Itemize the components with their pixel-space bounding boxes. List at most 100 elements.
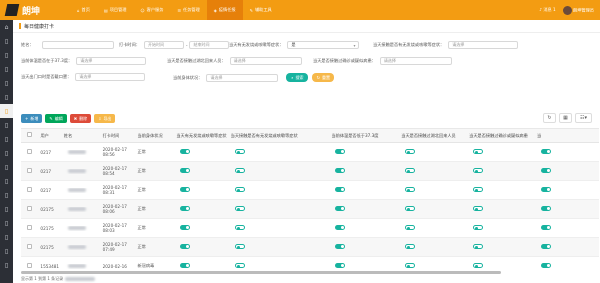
toggle-switch[interactable] bbox=[335, 244, 346, 249]
document-icon[interactable]: ▯ bbox=[0, 230, 13, 244]
column-header[interactable]: 姓名 bbox=[62, 133, 101, 139]
toggle-switch[interactable] bbox=[234, 168, 245, 173]
toggle-switch[interactable] bbox=[234, 149, 245, 154]
time-end-input[interactable]: 结束时间 bbox=[189, 41, 230, 49]
document-icon[interactable]: ▯ bbox=[0, 216, 13, 230]
toggle-switch[interactable] bbox=[234, 187, 245, 192]
document-icon[interactable]: ▯ bbox=[0, 104, 13, 118]
row-checkbox[interactable] bbox=[21, 167, 38, 175]
column-header[interactable]: 当 bbox=[535, 133, 599, 139]
export-button[interactable]: ⇩ 导出 bbox=[94, 114, 116, 123]
document-icon[interactable]: ▯ bbox=[0, 34, 13, 48]
temp-select[interactable]: 请选择 bbox=[76, 57, 147, 65]
toggle-switch[interactable] bbox=[473, 263, 484, 268]
toggle-switch[interactable] bbox=[180, 168, 191, 173]
toggle-switch[interactable] bbox=[405, 168, 416, 173]
fever-select[interactable]: 是 ▾ bbox=[287, 41, 360, 49]
toggle-switch[interactable] bbox=[540, 168, 551, 173]
toggle-switch[interactable] bbox=[180, 206, 191, 211]
column-header[interactable]: 当前身体状况 bbox=[136, 133, 175, 139]
toggle-switch[interactable] bbox=[473, 206, 484, 211]
row-checkbox[interactable] bbox=[21, 205, 38, 213]
quarantine-select[interactable]: 请选择 bbox=[379, 57, 452, 65]
document-icon[interactable]: ▯ bbox=[0, 118, 13, 132]
toggle-switch[interactable] bbox=[335, 225, 346, 230]
toggle-switch[interactable] bbox=[405, 206, 416, 211]
contact-select[interactable]: 请选择 bbox=[448, 41, 519, 49]
row-checkbox[interactable] bbox=[21, 262, 38, 270]
nav-item-1[interactable]: ▤ 项目管理 bbox=[97, 0, 134, 20]
column-header[interactable]: 打卡时间 bbox=[101, 133, 136, 139]
toggle-switch[interactable] bbox=[335, 149, 346, 154]
column-header[interactable]: 用户 bbox=[38, 133, 61, 139]
toggle-switch[interactable] bbox=[180, 263, 191, 268]
nav-item-0[interactable]: ⌂ 首页 bbox=[70, 0, 97, 20]
table-row[interactable]: 02175 2020-02-17 07:49 正常 bbox=[21, 238, 599, 257]
toggle-switch[interactable] bbox=[234, 225, 245, 230]
toggle-switch[interactable] bbox=[405, 149, 416, 154]
document-icon[interactable]: ▯ bbox=[0, 258, 13, 272]
refresh-button[interactable]: ↻ bbox=[543, 113, 556, 123]
document-icon[interactable]: ▯ bbox=[0, 146, 13, 160]
table-row[interactable]: 0217 2020-02-17 08:31 正常 bbox=[21, 181, 599, 200]
toggle-switch[interactable] bbox=[405, 244, 416, 249]
table-row[interactable]: 02175 2020-02-17 08:06 正常 bbox=[21, 200, 599, 219]
name-input[interactable] bbox=[41, 41, 114, 49]
logo[interactable]: 朗坤 bbox=[0, 0, 70, 20]
column-header[interactable]: 当天是否接触过湖北回来人员 bbox=[399, 133, 467, 139]
add-button[interactable]: + 新增 bbox=[21, 114, 43, 123]
document-icon[interactable]: ▯ bbox=[0, 76, 13, 90]
toggle-switch[interactable] bbox=[180, 244, 191, 249]
columns-button[interactable]: ☷▾ bbox=[575, 113, 592, 123]
toggle-switch[interactable] bbox=[473, 187, 484, 192]
document-icon[interactable]: ▯ bbox=[0, 90, 13, 104]
home-icon[interactable]: ⌂ bbox=[0, 20, 13, 34]
horizontal-scrollbar[interactable] bbox=[21, 271, 501, 274]
toggle-switch[interactable] bbox=[405, 225, 416, 230]
document-icon[interactable]: ▯ bbox=[0, 132, 13, 146]
toggle-switch[interactable] bbox=[540, 263, 551, 268]
toggle-switch[interactable] bbox=[335, 263, 346, 268]
toggle-switch[interactable] bbox=[540, 187, 551, 192]
notification-button[interactable]: ♪ 消息 1 bbox=[539, 7, 555, 13]
toggle-switch[interactable] bbox=[405, 263, 416, 268]
row-checkbox[interactable] bbox=[21, 224, 38, 232]
column-header[interactable]: 当天是否接触过确诊或疑似病患 bbox=[467, 133, 535, 139]
toggle-switch[interactable] bbox=[234, 244, 245, 249]
toggle-view-button[interactable]: ▦ bbox=[559, 113, 572, 123]
document-icon[interactable]: ▯ bbox=[0, 160, 13, 174]
toggle-switch[interactable] bbox=[473, 149, 484, 154]
nav-item-2[interactable]: ☺ 客户服务 bbox=[133, 0, 170, 20]
document-icon[interactable]: ▯ bbox=[0, 244, 13, 258]
toggle-switch[interactable] bbox=[180, 225, 191, 230]
row-checkbox[interactable] bbox=[21, 186, 38, 194]
row-checkbox[interactable] bbox=[21, 243, 38, 251]
nav-item-3[interactable]: ☰ 任务管理 bbox=[170, 0, 206, 20]
column-header[interactable]: 当天接触是否有无发烧或咳嗽等症状 bbox=[229, 133, 330, 139]
search-button[interactable]: ⌕ 搜索 bbox=[286, 73, 309, 82]
table-row[interactable]: 0217 2020-02-17 08:56 正常 bbox=[21, 143, 599, 162]
column-header[interactable]: 当前体温是否低于37.3度 bbox=[329, 133, 399, 139]
document-icon[interactable]: ▯ bbox=[0, 202, 13, 216]
document-icon[interactable]: ▯ bbox=[0, 62, 13, 76]
document-icon[interactable]: ▯ bbox=[0, 48, 13, 62]
toggle-switch[interactable] bbox=[473, 225, 484, 230]
toggle-switch[interactable] bbox=[473, 244, 484, 249]
toggle-switch[interactable] bbox=[335, 187, 346, 192]
toggle-switch[interactable] bbox=[540, 149, 551, 154]
toggle-switch[interactable] bbox=[540, 244, 551, 249]
user-menu[interactable]: 朗坤管理员 bbox=[562, 5, 594, 15]
toggle-switch[interactable] bbox=[335, 168, 346, 173]
select-all-checkbox[interactable] bbox=[21, 132, 38, 139]
nav-item-4[interactable]: ◈ 疫情任报 bbox=[206, 0, 243, 20]
toggle-switch[interactable] bbox=[335, 206, 346, 211]
edit-button[interactable]: ✎ 编辑 bbox=[45, 114, 67, 123]
toggle-switch[interactable] bbox=[234, 206, 245, 211]
toggle-switch[interactable] bbox=[473, 168, 484, 173]
document-icon[interactable]: ▯ bbox=[0, 188, 13, 202]
toggle-switch[interactable] bbox=[405, 187, 416, 192]
nav-item-5[interactable]: ✎ 辅助工具 bbox=[243, 0, 279, 20]
gate-select[interactable]: 请选择 bbox=[75, 73, 146, 81]
column-header[interactable]: 当天有无发烧或咳嗽等症状 bbox=[174, 133, 228, 139]
reset-button[interactable]: ↻ 重置 bbox=[312, 73, 335, 82]
